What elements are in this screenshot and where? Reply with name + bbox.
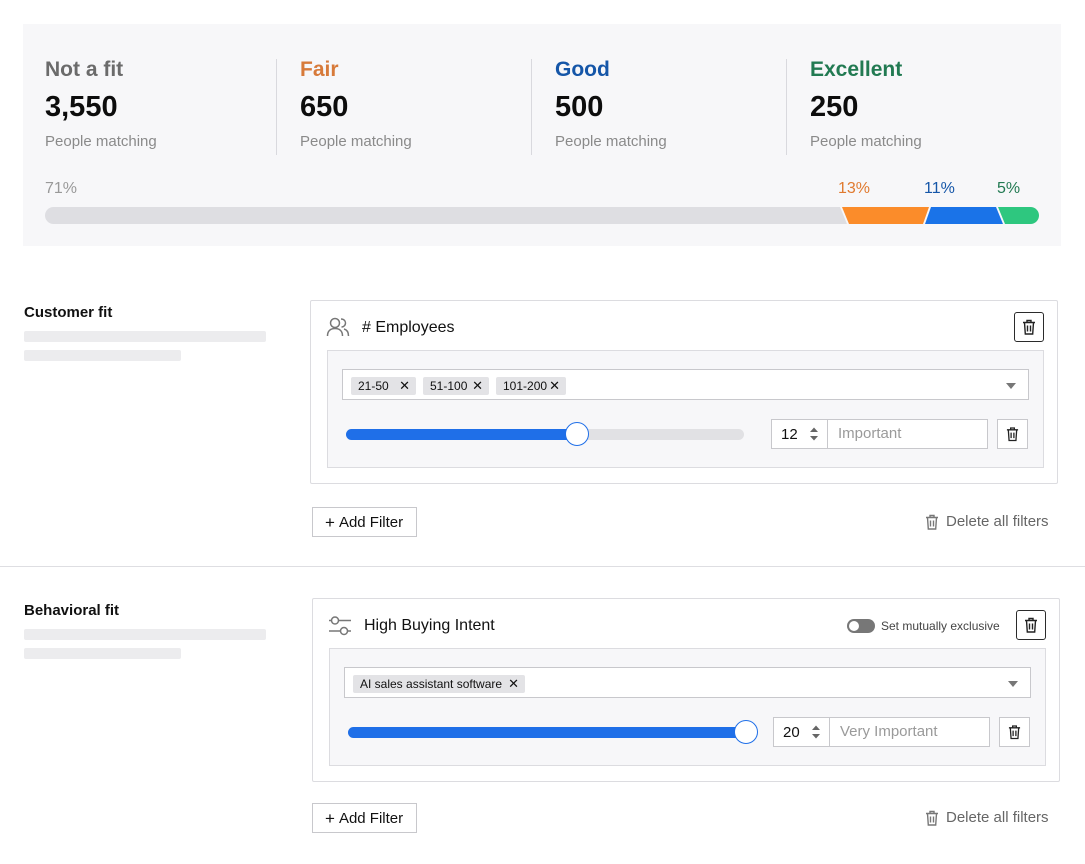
skeleton-line	[24, 350, 181, 361]
tier-caption: People matching	[555, 133, 667, 150]
mutually-exclusive-toggle[interactable]: Set mutually exclusive	[847, 619, 1000, 633]
filter-condition: 21-50 ✕ 51-100 ✕ 101-200 ✕ 12 Important	[327, 350, 1044, 468]
weight-slider[interactable]	[348, 720, 758, 744]
tier-count: 250	[810, 91, 859, 123]
slider-fill	[348, 727, 746, 738]
chip-label: AI sales assistant software	[360, 677, 503, 691]
tier-count: 500	[555, 91, 604, 123]
delete-all-label: Delete all filters	[946, 513, 1049, 530]
filter-card-employees: # Employees 21-50 ✕ 51-100 ✕ 101-200 ✕ 1…	[310, 300, 1058, 484]
close-icon[interactable]: ✕	[399, 377, 410, 395]
trash-icon	[1006, 427, 1019, 442]
chip: 21-50 ✕	[351, 377, 416, 395]
close-icon[interactable]: ✕	[508, 675, 519, 693]
add-filter-label: Add Filter	[338, 809, 404, 827]
chevron-down-icon[interactable]	[1006, 383, 1016, 389]
skeleton-line	[24, 331, 266, 342]
chip: AI sales assistant software ✕	[353, 675, 525, 693]
tier-caption: People matching	[45, 133, 157, 150]
toggle-knob	[849, 621, 859, 631]
stepper-arrows-icon[interactable]	[809, 426, 819, 442]
tier-good: Good 500 People matching	[555, 58, 775, 154]
trash-icon	[926, 810, 938, 826]
delete-all-filters-link[interactable]: Delete all filters	[925, 809, 1049, 826]
weight-stepper[interactable]: 20	[773, 717, 830, 747]
chip-label: 21-50	[358, 379, 389, 393]
chip-label: 101-200	[503, 379, 548, 393]
pct-good: 11%	[924, 180, 955, 197]
weight-stepper[interactable]: 12	[771, 419, 828, 449]
section-divider	[0, 566, 1085, 567]
close-icon[interactable]: ✕	[472, 377, 483, 395]
pct-fair: 13%	[838, 180, 871, 197]
slider-fill	[346, 429, 577, 440]
filter-card-buying-intent: High Buying Intent Set mutually exclusiv…	[312, 598, 1060, 782]
intent-topic-multiselect[interactable]: AI sales assistant software ✕	[344, 667, 1031, 698]
close-icon[interactable]: ✕	[549, 377, 560, 395]
tier-name: Fair	[300, 58, 339, 81]
distribution-bar	[45, 207, 1039, 224]
trash-icon	[1025, 617, 1037, 633]
weight-value: 20	[783, 724, 800, 741]
add-filter-button[interactable]: + Add Filter	[312, 507, 417, 537]
importance-field[interactable]: Very Important	[829, 717, 990, 747]
tier-fair: Fair 650 People matching	[300, 58, 520, 154]
tier-name: Good	[555, 58, 610, 81]
tier-caption: People matching	[300, 133, 412, 150]
chip-label: 51-100	[430, 379, 468, 393]
segment-good	[925, 207, 1003, 224]
plus-icon: +	[325, 512, 335, 532]
segment-fair	[842, 207, 929, 224]
card-title: # Employees	[362, 319, 455, 336]
add-filter-label: Add Filter	[338, 513, 404, 531]
divider	[786, 59, 787, 155]
delete-condition-button[interactable]	[999, 717, 1030, 747]
tier-count: 650	[300, 91, 349, 123]
delete-card-button[interactable]	[1014, 312, 1044, 342]
filter-condition: AI sales assistant software ✕ 20 Very Im…	[329, 648, 1046, 766]
chevron-down-icon[interactable]	[1008, 681, 1018, 687]
trash-icon	[1023, 319, 1035, 335]
toggle-label: Set mutually exclusive	[881, 619, 1000, 633]
card-title: High Buying Intent	[364, 617, 495, 634]
skeleton-line	[24, 629, 266, 640]
divider	[531, 59, 532, 155]
delete-condition-button[interactable]	[997, 419, 1028, 449]
section-title-behavioral-fit: Behavioral fit	[24, 602, 120, 619]
skeleton-line	[24, 648, 181, 659]
plus-icon: +	[325, 808, 335, 828]
tier-excellent: Excellent 250 People matching	[810, 58, 1030, 154]
pct-not-a-fit: 71%	[45, 180, 78, 197]
fit-summary-panel: Not a fit 3,550 People matching Fair 650…	[23, 24, 1061, 246]
chip: 51-100 ✕	[423, 377, 489, 395]
segment-not-a-fit	[45, 207, 847, 224]
section-title-customer-fit: Customer fit	[24, 304, 113, 321]
tier-name: Excellent	[810, 58, 903, 81]
delete-card-button[interactable]	[1016, 610, 1046, 640]
people-icon	[326, 317, 350, 337]
divider	[276, 59, 277, 155]
weight-value: 12	[781, 426, 798, 443]
sliders-icon	[329, 616, 351, 636]
segment-excellent	[998, 207, 1039, 224]
stepper-arrows-icon[interactable]	[811, 724, 821, 740]
employees-multiselect[interactable]: 21-50 ✕ 51-100 ✕ 101-200 ✕	[342, 369, 1029, 400]
chip: 101-200 ✕	[496, 377, 566, 395]
slider-handle[interactable]	[734, 720, 758, 744]
weight-slider[interactable]	[346, 422, 744, 446]
toggle-switch[interactable]	[847, 619, 875, 633]
tier-count: 3,550	[45, 91, 118, 123]
pct-excellent: 5%	[997, 180, 1021, 197]
add-filter-button[interactable]: + Add Filter	[312, 803, 417, 833]
tier-name: Not a fit	[45, 58, 124, 81]
trash-icon	[926, 514, 938, 530]
delete-all-filters-link[interactable]: Delete all filters	[925, 513, 1049, 530]
trash-icon	[1008, 725, 1021, 740]
tier-caption: People matching	[810, 133, 922, 150]
tier-not-a-fit: Not a fit 3,550 People matching	[45, 58, 265, 154]
importance-field[interactable]: Important	[827, 419, 988, 449]
delete-all-label: Delete all filters	[946, 809, 1049, 826]
slider-handle[interactable]	[564, 422, 589, 446]
